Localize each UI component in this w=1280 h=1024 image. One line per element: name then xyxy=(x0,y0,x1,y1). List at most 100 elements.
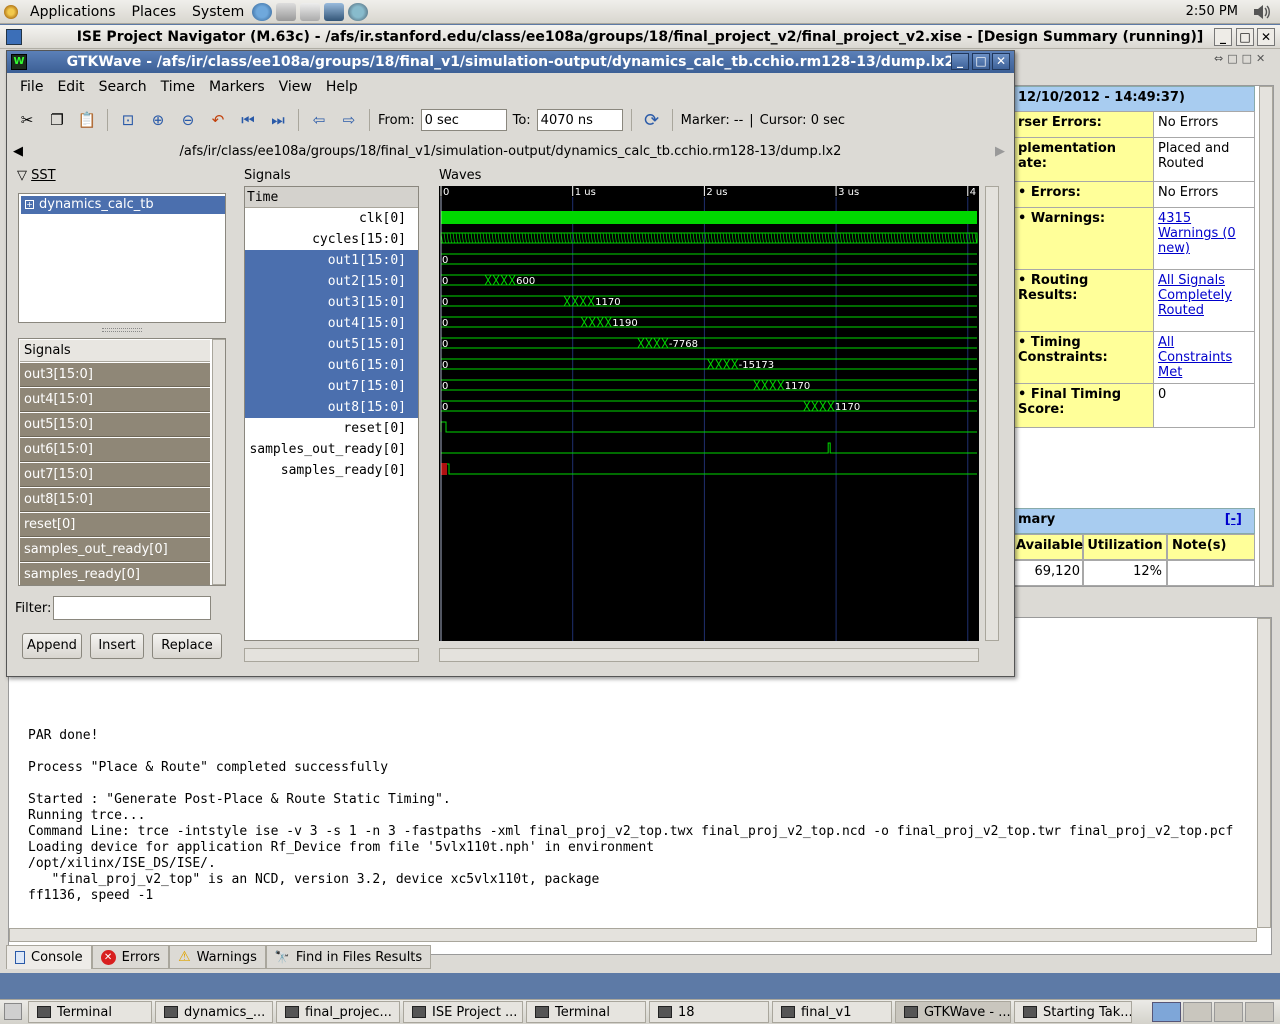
filter-input[interactable] xyxy=(53,596,211,620)
shift-right-icon[interactable]: ⇨ xyxy=(337,108,361,132)
text-editor-icon[interactable] xyxy=(300,2,321,21)
taskbar-item[interactable]: Terminal xyxy=(28,1001,152,1023)
web-browser-icon[interactable] xyxy=(252,2,273,21)
signal-list-item[interactable]: out5[15:0] xyxy=(20,413,210,437)
waves-vscrollbar[interactable] xyxy=(985,186,999,641)
taskbar-item[interactable]: Terminal xyxy=(526,1001,646,1023)
screenshot-icon[interactable] xyxy=(324,2,345,21)
signal-list-item[interactable]: samples_out_ready[0] xyxy=(20,538,210,562)
taskbar-item[interactable]: GTKWave - ... xyxy=(895,1001,1011,1023)
expand-plus-icon[interactable]: + xyxy=(25,200,34,209)
insert-button[interactable]: Insert xyxy=(90,633,144,659)
waves-pane[interactable]: 0 1 us 2 us 3 us 4 us 0 0 600 0 1170 0 1190 0 -7768 0 -… xyxy=(439,186,979,641)
taskbar-item[interactable]: Starting Tak... xyxy=(1014,1001,1132,1023)
ise-minimize-button[interactable]: _ xyxy=(1214,28,1232,46)
signal-list-item[interactable]: out6[15:0] xyxy=(20,438,210,462)
summary-scrollbar[interactable] xyxy=(1259,86,1273,586)
zoom-out-icon[interactable]: ⊖ xyxy=(176,108,200,132)
wave-signal-name[interactable]: out8[15:0] xyxy=(245,397,418,418)
taskbar-item[interactable]: ISE Project ... xyxy=(403,1001,523,1023)
email-icon[interactable] xyxy=(276,2,297,21)
wave-signal-name[interactable]: out2[15:0] xyxy=(245,271,418,292)
wave-signal-name[interactable]: samples_ready[0] xyxy=(245,460,418,481)
wave-signal-name[interactable]: clk[0] xyxy=(245,208,418,229)
signal-list-item[interactable]: out7[15:0] xyxy=(20,463,210,487)
network-icon[interactable] xyxy=(348,2,369,21)
goto-start-icon[interactable]: ⏮ xyxy=(236,108,260,132)
copy-icon[interactable]: ❐ xyxy=(45,108,69,132)
taskbar-item[interactable]: 18 xyxy=(649,1001,769,1023)
signals-list-scrollbar[interactable] xyxy=(212,339,225,585)
summary-value-link[interactable]: 4315 Warnings (0 new) xyxy=(1158,211,1236,256)
gtkwave-close-button[interactable]: ✕ xyxy=(992,53,1010,70)
summary-pane-controls[interactable]: ⇔□□✕ xyxy=(1214,52,1269,65)
wave-signal-name[interactable]: samples_out_ready[0] xyxy=(245,439,418,460)
path-right-arrow-icon[interactable]: ▶ xyxy=(995,141,1005,163)
taskbar-item[interactable]: final_v1 xyxy=(772,1001,892,1023)
goto-end-icon[interactable]: ⏭ xyxy=(266,108,290,132)
console-hscrollbar[interactable] xyxy=(9,928,1257,942)
taskbar-item[interactable]: dynamics_... xyxy=(155,1001,273,1023)
signal-list-item[interactable]: samples_ready[0] xyxy=(20,563,210,585)
zoom-undo-icon[interactable]: ↶ xyxy=(206,108,230,132)
clock[interactable]: 2:50 PM xyxy=(1186,4,1238,19)
shift-left-icon[interactable]: ⇦ xyxy=(307,108,331,132)
signals-list-header[interactable]: Signals xyxy=(20,340,210,362)
waves-hscrollbar[interactable] xyxy=(439,648,979,662)
collapse-link[interactable]: [-] xyxy=(1225,512,1242,530)
menu-time[interactable]: Time xyxy=(154,79,202,95)
wave-signal-name[interactable]: out6[15:0] xyxy=(245,355,418,376)
taskbar-item[interactable]: final_projec... xyxy=(276,1001,400,1023)
tab-console[interactable]: Console xyxy=(6,945,92,969)
cut-icon[interactable]: ✂ xyxy=(15,108,39,132)
reload-icon[interactable]: ⟳ xyxy=(640,108,664,132)
paste-icon[interactable]: 📋 xyxy=(75,108,99,132)
replace-button[interactable]: Replace xyxy=(152,633,222,659)
wave-signal-name[interactable]: out1[15:0] xyxy=(245,250,418,271)
show-desktop-icon[interactable] xyxy=(4,1003,22,1020)
gtkwave-maximize-button[interactable]: □ xyxy=(972,53,990,70)
ise-close-button[interactable]: ✕ xyxy=(1257,28,1275,46)
signal-list-item[interactable]: out8[15:0] xyxy=(20,488,210,512)
wave-signal-name[interactable]: out5[15:0] xyxy=(245,334,418,355)
ise-maximize-button[interactable]: □ xyxy=(1236,28,1254,46)
gtkwave-titlebar[interactable]: W GTKWave - /afs/ir/class/ee108a/groups/… xyxy=(7,51,1014,73)
volume-icon[interactable] xyxy=(1252,3,1270,21)
zoom-fit-icon[interactable]: ⊡ xyxy=(116,108,140,132)
tab-warnings[interactable]: ⚠ Warnings xyxy=(169,945,266,969)
gtkwave-minimize-button[interactable]: _ xyxy=(951,53,969,70)
ise-titlebar[interactable]: ISE Project Navigator (M.63c) - /afs/ir.… xyxy=(0,25,1280,49)
path-left-arrow-icon[interactable]: ◀ xyxy=(13,141,23,163)
menu-edit[interactable]: Edit xyxy=(50,79,91,95)
wave-signal-name[interactable]: out4[15:0] xyxy=(245,313,418,334)
zoom-in-icon[interactable]: ⊕ xyxy=(146,108,170,132)
wave-signal-name[interactable]: out7[15:0] xyxy=(245,376,418,397)
tab-find-in-files[interactable]: 🔭 Find in Files Results xyxy=(265,945,432,969)
menu-search[interactable]: Search xyxy=(92,79,154,95)
menu-file[interactable]: File xyxy=(13,79,50,95)
pane-resize-handle[interactable] xyxy=(102,328,142,332)
to-time-input[interactable] xyxy=(536,109,623,131)
signal-list-item[interactable]: out3[15:0] xyxy=(20,363,210,387)
summary-value-link[interactable]: All Signals Completely Routed xyxy=(1158,273,1232,318)
from-time-input[interactable] xyxy=(420,109,507,131)
summary-value-link[interactable]: All Constraints Met xyxy=(1158,335,1232,380)
wave-signal-name[interactable]: out3[15:0] xyxy=(245,292,418,313)
workspace-3[interactable] xyxy=(1214,1002,1243,1022)
workspace-4[interactable] xyxy=(1245,1002,1274,1022)
gnome-foot-icon[interactable] xyxy=(4,4,18,19)
names-hscrollbar[interactable] xyxy=(244,648,419,662)
signal-list-item[interactable]: out4[15:0] xyxy=(20,388,210,412)
signal-list-item[interactable]: reset[0] xyxy=(20,513,210,537)
menu-view[interactable]: View xyxy=(272,79,319,95)
wave-signal-name[interactable]: cycles[15:0] xyxy=(245,229,418,250)
menu-markers[interactable]: Markers xyxy=(202,79,272,95)
workspace-2[interactable] xyxy=(1183,1002,1212,1022)
append-button[interactable]: Append xyxy=(22,633,82,659)
menu-help[interactable]: Help xyxy=(319,79,365,95)
places-menu[interactable]: Places xyxy=(124,4,185,20)
workspace-1[interactable] xyxy=(1152,1002,1181,1022)
tab-errors[interactable]: ✕ Errors xyxy=(91,945,170,969)
sst-expander[interactable]: ▽ SST xyxy=(17,168,56,183)
workspace-switcher[interactable] xyxy=(1152,1002,1274,1022)
